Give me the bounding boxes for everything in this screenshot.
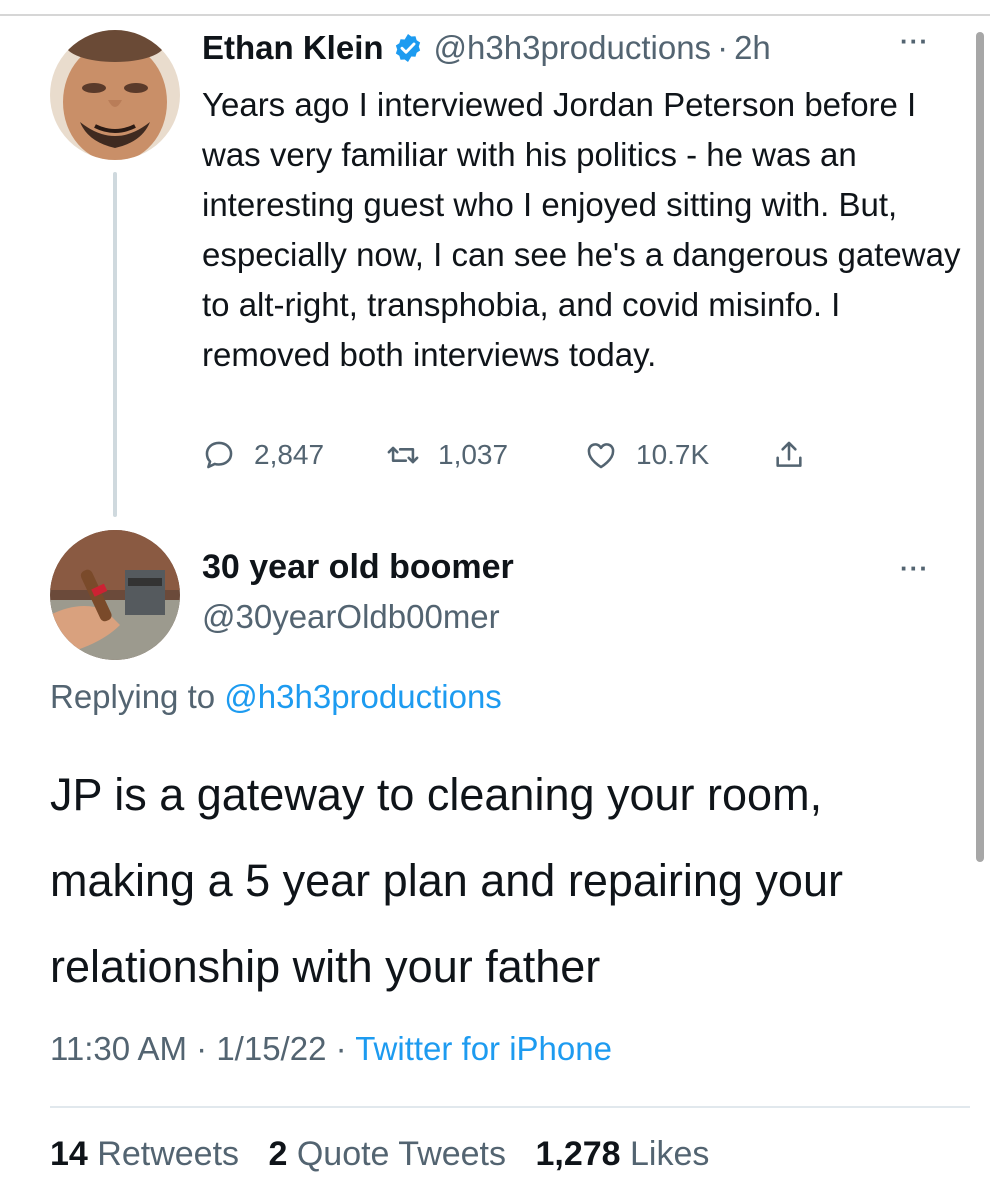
reply-count: 2,847 [254,439,325,470]
share-icon [776,441,802,467]
display-name[interactable]: Ethan Klein [202,29,384,67]
separator: · [196,1030,208,1067]
avatar[interactable] [50,30,180,160]
tweet-time[interactable]: 11:30 AM [50,1030,187,1067]
avatar[interactable] [50,530,180,660]
retweet-icon [387,446,419,464]
handle[interactable]: @30yearOldb00mer [202,598,500,636]
verified-badge-icon [395,34,420,62]
display-name[interactable]: 30 year old boomer [202,548,514,587]
likes-count: 1,278 [535,1135,621,1173]
quote-tweets-label: Quote Tweets [296,1135,507,1173]
replying-to-label: Replying to [50,678,216,715]
divider [50,1106,970,1108]
replying-to: Replying to @h3h3productions [50,678,502,716]
likes-label: Likes [630,1135,710,1173]
more-options-icon[interactable]: ··· [900,26,929,57]
separator: · [717,29,729,66]
top-divider [0,14,990,16]
like-count: 10.7K [636,439,710,470]
likes-stat[interactable]: 1,278 Likes [535,1135,729,1173]
tweet-text: Years ago I interviewed Jordan Peterson … [202,86,961,373]
more-options-icon[interactable]: ··· [900,553,929,584]
retweets-stat[interactable]: 14 Retweets [50,1135,259,1173]
quote-tweets-count: 2 [268,1135,288,1173]
tweet-date[interactable]: 1/15/22 [216,1030,326,1067]
tweet-source-link[interactable]: Twitter for iPhone [355,1030,612,1067]
timestamp[interactable]: 2h [734,29,771,67]
thread-connector-line [113,172,117,517]
like-button[interactable]: 10.7K [584,430,709,480]
replying-to-handle-link[interactable]: @h3h3productions [224,678,502,715]
quote-tweets-stat[interactable]: 2 Quote Tweets [268,1135,526,1173]
retweets-count: 14 [50,1135,88,1173]
avatar-cigar-image [50,530,180,660]
reply-button[interactable]: 2,847 [202,430,324,480]
tweet-stats: 14 Retweets 2 Quote Tweets 1,278 Likes [50,1135,729,1174]
tweet-meta: 11:30 AM · 1/15/22 · Twitter for iPhone [50,1030,612,1068]
tweet-text: JP is a gateway to cleaning your room, m… [50,769,843,992]
like-icon [587,443,615,469]
tweet-actions: 2,847 1,037 10.7K [202,430,842,480]
scrollbar[interactable] [976,32,984,862]
retweet-count: 1,037 [438,439,509,470]
share-button[interactable] [772,430,806,480]
tweet1-header: Ethan Klein @h3h3productions · 2h [202,26,771,70]
retweet-button[interactable]: 1,037 [386,430,508,480]
separator: · [335,1030,347,1067]
handle[interactable]: @h3h3productions [434,29,712,67]
retweets-label: Retweets [97,1135,240,1173]
avatar-face-image [50,30,180,160]
reply-icon [205,441,233,469]
